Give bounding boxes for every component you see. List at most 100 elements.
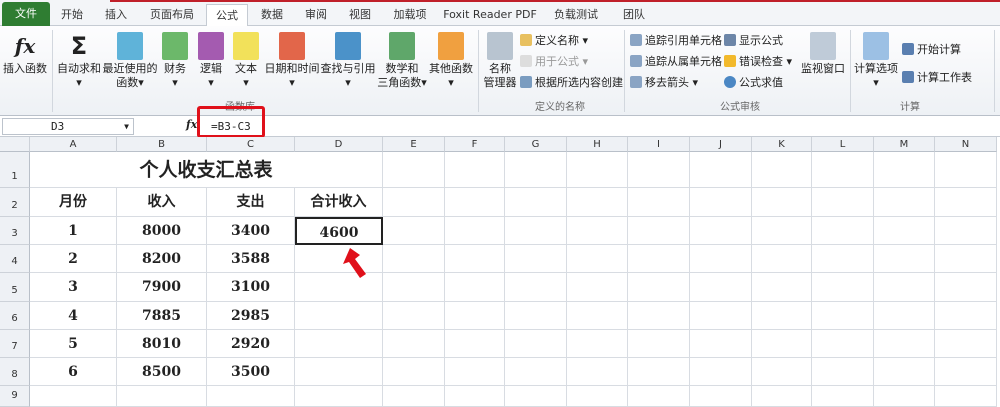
row-header[interactable]: 8	[0, 358, 30, 386]
cell[interactable]	[383, 302, 445, 330]
show-formulas-button[interactable]: 显示公式	[724, 32, 783, 48]
cell[interactable]	[567, 330, 628, 358]
cell[interactable]	[567, 188, 628, 217]
cell[interactable]	[505, 152, 567, 188]
name-box[interactable]: D3 ▼	[2, 118, 134, 135]
tab-view[interactable]: 视图	[340, 4, 380, 26]
cell[interactable]	[445, 330, 505, 358]
date-time-button[interactable]: 日期和时间 ▾	[264, 32, 320, 90]
cell[interactable]: 合计收入	[295, 188, 383, 217]
lookup-button[interactable]: 查找与引用 ▾	[320, 32, 376, 90]
cell[interactable]	[690, 273, 752, 302]
cell[interactable]: 3400	[207, 217, 295, 245]
cell[interactable]: 7885	[117, 302, 207, 330]
cell[interactable]	[445, 358, 505, 386]
cell[interactable]	[628, 188, 690, 217]
create-from-selection-button[interactable]: 根据所选内容创建	[520, 74, 623, 90]
tab-page-layout[interactable]: 页面布局	[140, 4, 204, 26]
tab-insert[interactable]: 插入	[96, 4, 136, 26]
select-all-corner[interactable]	[0, 137, 30, 152]
define-name-button[interactable]: 定义名称 ▾	[520, 32, 588, 48]
cell[interactable]	[874, 330, 935, 358]
trace-dependents-button[interactable]: 追踪从属单元格	[630, 53, 722, 69]
cell[interactable]	[445, 152, 505, 188]
cell[interactable]: 8000	[117, 217, 207, 245]
cell[interactable]	[935, 302, 997, 330]
cell[interactable]	[690, 386, 752, 407]
cell[interactable]	[812, 152, 874, 188]
cell[interactable]	[505, 217, 567, 245]
error-checking-button[interactable]: 错误检查 ▾	[724, 53, 792, 69]
cell[interactable]: 8200	[117, 245, 207, 273]
cell[interactable]	[690, 152, 752, 188]
cell[interactable]	[935, 273, 997, 302]
cell[interactable]	[874, 245, 935, 273]
row-header[interactable]: 6	[0, 302, 30, 330]
column-header[interactable]: C	[207, 137, 295, 152]
cell[interactable]	[505, 330, 567, 358]
cell[interactable]	[295, 302, 383, 330]
cell[interactable]: 5	[30, 330, 117, 358]
cell[interactable]	[383, 188, 445, 217]
tab-team[interactable]: 团队	[614, 4, 654, 26]
recent-functions-button[interactable]: 最近使用的 函数▾	[102, 32, 158, 90]
cell[interactable]	[812, 330, 874, 358]
cell[interactable]	[383, 273, 445, 302]
calculate-sheet-button[interactable]: 计算工作表	[902, 69, 972, 85]
column-header[interactable]: L	[812, 137, 874, 152]
cell[interactable]	[812, 245, 874, 273]
tab-formulas[interactable]: 公式	[206, 4, 248, 27]
column-header[interactable]: I	[628, 137, 690, 152]
cell[interactable]: 2920	[207, 330, 295, 358]
cell[interactable]	[383, 245, 445, 273]
calculate-now-button[interactable]: 开始计算	[902, 41, 961, 57]
column-header[interactable]: F	[445, 137, 505, 152]
remove-arrows-button[interactable]: 移去箭头 ▾	[630, 74, 698, 90]
cell[interactable]	[935, 217, 997, 245]
cell[interactable]	[628, 386, 690, 407]
cell[interactable]	[628, 217, 690, 245]
row-header[interactable]: 1	[0, 152, 30, 188]
insert-function-button[interactable]: fx 插入函数	[2, 32, 48, 76]
column-header[interactable]: H	[567, 137, 628, 152]
cell[interactable]	[812, 302, 874, 330]
cell[interactable]	[505, 245, 567, 273]
column-header[interactable]: N	[935, 137, 997, 152]
cell[interactable]	[505, 358, 567, 386]
cell[interactable]	[117, 386, 207, 407]
tab-load-test[interactable]: 负载测试	[548, 4, 604, 26]
column-header[interactable]: D	[295, 137, 383, 152]
cell[interactable]	[30, 386, 117, 407]
cell[interactable]: 3500	[207, 358, 295, 386]
cell[interactable]: 3588	[207, 245, 295, 273]
cell[interactable]	[690, 245, 752, 273]
row-header[interactable]: 9	[0, 386, 30, 407]
cell[interactable]	[567, 152, 628, 188]
cell[interactable]: 月份	[30, 188, 117, 217]
cell[interactable]: 7900	[117, 273, 207, 302]
cell[interactable]: 1	[30, 217, 117, 245]
column-header[interactable]: J	[690, 137, 752, 152]
cell[interactable]	[567, 217, 628, 245]
cell[interactable]	[690, 217, 752, 245]
cell[interactable]	[295, 358, 383, 386]
logical-button[interactable]: 逻辑 ▾	[196, 32, 226, 90]
cell[interactable]: 4	[30, 302, 117, 330]
use-in-formula-button[interactable]: 用于公式 ▾	[520, 53, 588, 69]
cell[interactable]: 3100	[207, 273, 295, 302]
tab-file[interactable]: 文件	[2, 2, 50, 26]
cell[interactable]	[752, 358, 812, 386]
row-header[interactable]: 3	[0, 217, 30, 245]
trace-precedents-button[interactable]: 追踪引用单元格	[630, 32, 722, 48]
cell[interactable]	[874, 217, 935, 245]
cell[interactable]	[445, 217, 505, 245]
cell[interactable]	[874, 188, 935, 217]
name-manager-button[interactable]: 名称 管理器	[482, 32, 518, 90]
tab-review[interactable]: 审阅	[296, 4, 336, 26]
cell[interactable]	[567, 358, 628, 386]
row-header[interactable]: 2	[0, 188, 30, 217]
column-header[interactable]: K	[752, 137, 812, 152]
cell[interactable]	[935, 386, 997, 407]
cell[interactable]: 8010	[117, 330, 207, 358]
cell[interactable]	[383, 386, 445, 407]
